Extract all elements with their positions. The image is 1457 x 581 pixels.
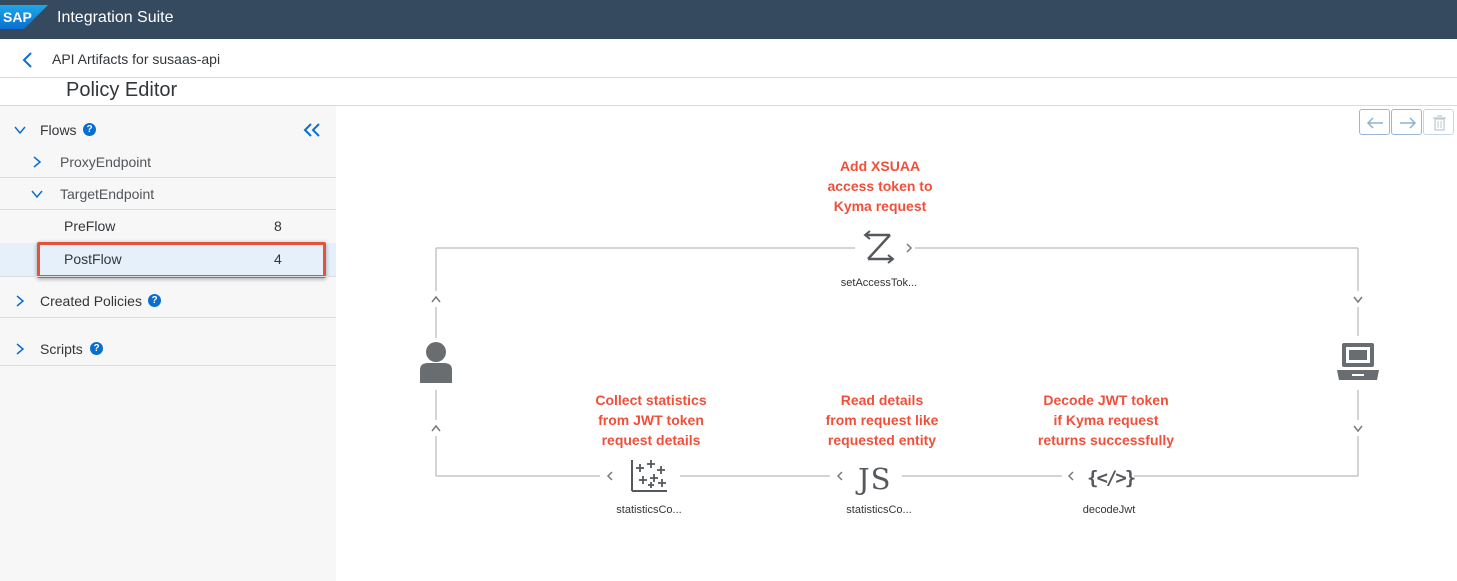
annotation-line: request details: [601, 432, 701, 448]
arrow-left-small-icon: [836, 471, 843, 481]
annotation-collect-statistics: Collect statistics from JWT token reques…: [560, 390, 742, 450]
annotation-line: Decode JWT token: [1043, 392, 1169, 408]
arrow-down-icon: [1353, 296, 1363, 304]
code-icon[interactable]: {</>}: [1087, 464, 1136, 492]
statistics-collector-icon[interactable]: [629, 458, 669, 494]
annotation-line: from JWT token: [598, 412, 704, 428]
annotation-line: Read details: [840, 392, 924, 408]
policy-label-set-access-token[interactable]: setAccessTok...: [828, 276, 930, 290]
annotation-line: Collect statistics: [595, 392, 707, 408]
annotation-decode-jwt: Decode JWT token if Kyma request returns…: [1010, 390, 1202, 450]
annotation-line: Add XSUAA: [839, 158, 921, 174]
javascript-icon[interactable]: JS: [858, 461, 900, 497]
arrow-left-small-icon: [1067, 471, 1074, 481]
annotation-line: if Kyma request: [1053, 412, 1159, 428]
policy-label-decode-jwt[interactable]: decodeJwt: [1059, 503, 1159, 517]
annotation-line: returns successfully: [1037, 432, 1175, 448]
laptop-icon: [1337, 343, 1379, 380]
user-icon: [420, 342, 452, 383]
arrow-left-small-icon: [606, 471, 613, 481]
policy-label-statistics-collector-1[interactable]: statisticsCo...: [599, 503, 699, 517]
arrow-down-icon: [1353, 425, 1363, 433]
annotation-line: from request like: [825, 412, 939, 428]
annotation-add-xsuaa-token: Add XSUAA access token to Kyma request: [780, 156, 980, 216]
arrow-up-icon: [431, 424, 441, 432]
arrow-right-small-icon: [906, 243, 913, 253]
annotation-line: access token to: [827, 178, 933, 194]
annotation-read-details: Read details from request like requested…: [791, 390, 973, 450]
arrow-up-icon: [431, 295, 441, 303]
policy-label-statistics-collector-2[interactable]: statisticsCo...: [829, 503, 929, 517]
flow-direction-arrows: [431, 243, 1363, 481]
annotation-line: Kyma request: [833, 198, 927, 214]
assign-message-icon[interactable]: [860, 229, 898, 265]
annotation-line: requested entity: [827, 432, 937, 448]
